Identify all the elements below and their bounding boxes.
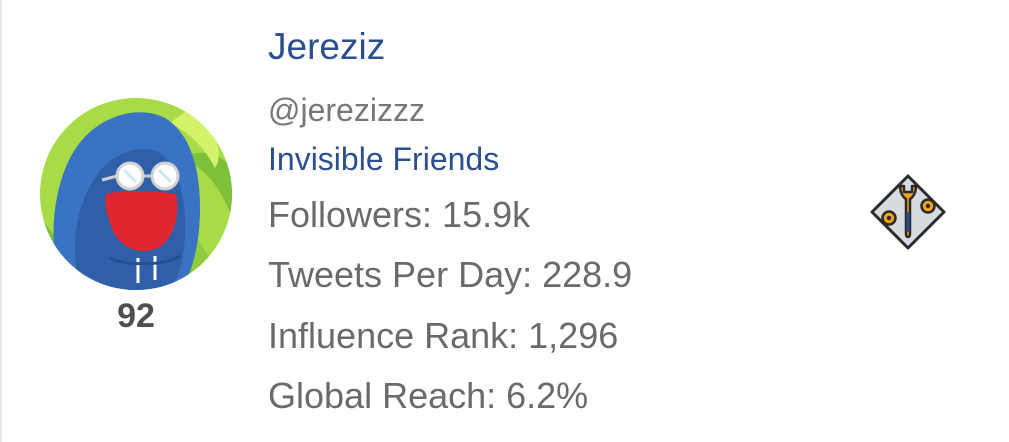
profile-handle: @jerezizzz bbox=[268, 92, 425, 128]
hooded-figure-avatar bbox=[40, 98, 232, 290]
profile-name-link[interactable]: Jereziz bbox=[268, 26, 385, 68]
tweets-per-day-stat: Tweets Per Day: 228.9 bbox=[268, 254, 633, 295]
wrench-gear-icon[interactable] bbox=[868, 172, 948, 252]
global-reach-stat: Global Reach: 6.2% bbox=[268, 375, 589, 416]
influence-rank-stat: Influence Rank: 1,296 bbox=[268, 315, 619, 356]
community-link[interactable]: Invisible Friends bbox=[268, 141, 499, 178]
profile-card: 92 Jereziz @jerezizzz Invisible Friends … bbox=[0, 0, 1009, 442]
score-value: 92 bbox=[117, 297, 155, 335]
avatar[interactable] bbox=[40, 98, 232, 290]
followers-stat: Followers: 15.9k bbox=[268, 194, 531, 235]
